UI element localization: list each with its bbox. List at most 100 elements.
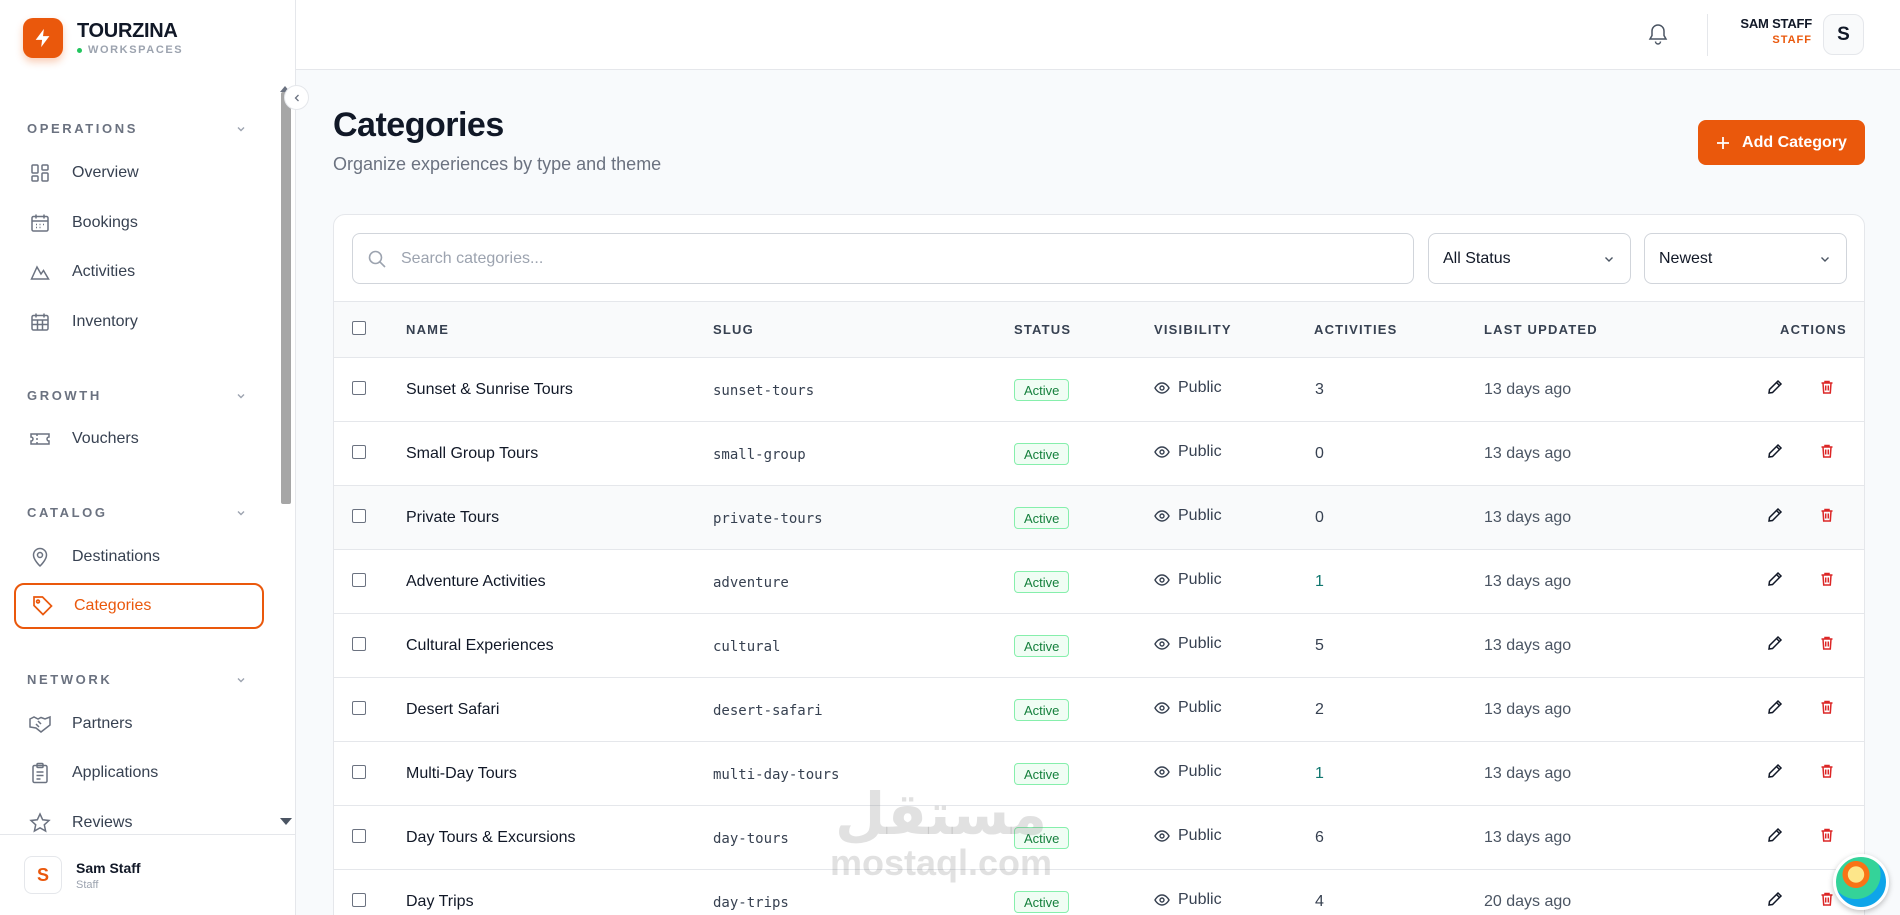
sidebar-item-partners[interactable]: Partners xyxy=(14,701,264,747)
delete-button[interactable] xyxy=(1819,379,1835,395)
floating-badge-icon[interactable] xyxy=(1833,854,1889,910)
sidebar-item-activities[interactable]: Activities xyxy=(14,249,264,295)
edit-button[interactable] xyxy=(1767,827,1783,843)
row-checkbox[interactable] xyxy=(352,381,366,395)
column-name[interactable]: NAME xyxy=(406,322,449,337)
avatar[interactable]: S xyxy=(1823,14,1864,55)
add-category-button[interactable]: Add Category xyxy=(1698,120,1865,165)
table-row[interactable]: Sunset & Sunrise Tours sunset-tours Active… xyxy=(334,358,1864,422)
sidebar-item-overview[interactable]: Overview xyxy=(14,150,264,196)
delete-button[interactable] xyxy=(1819,827,1835,843)
select-all-checkbox[interactable] xyxy=(352,321,366,335)
row-checkbox[interactable] xyxy=(352,637,366,651)
last-updated: 13 days ago xyxy=(1484,381,1572,398)
column-visibility[interactable]: VISIBILITY xyxy=(1154,322,1232,337)
edit-button[interactable] xyxy=(1767,443,1783,459)
map-pin-icon xyxy=(28,545,52,569)
visibility-label: Public xyxy=(1178,763,1222,780)
category-name[interactable]: Private Tours xyxy=(406,509,499,527)
table-row[interactable]: Day Trips day-trips Active Public 4 20 days a… xyxy=(334,870,1864,915)
calendar-icon xyxy=(28,211,52,235)
table-row[interactable]: Adventure Activities adventure Active Publi… xyxy=(334,550,1864,614)
column-last-updated[interactable]: LAST UPDATED xyxy=(1484,322,1598,337)
chevron-down-icon[interactable] xyxy=(235,674,247,686)
brand[interactable]: TOURZINA WORKSPACES xyxy=(23,18,183,58)
header-user-role: STAFF xyxy=(1772,34,1812,46)
eye-icon xyxy=(1154,894,1178,906)
sidebar-item-categories[interactable]: Categories xyxy=(14,583,264,629)
status-badge: Active xyxy=(1014,507,1070,529)
table-row[interactable]: Private Tours private-tours Active Public 0 1… xyxy=(334,486,1864,550)
category-name[interactable]: Day Tours & Excursions xyxy=(406,829,576,847)
search-input[interactable]: Search categories... xyxy=(352,233,1414,284)
table-row[interactable]: Small Group Tours small-group Active Public… xyxy=(334,422,1864,486)
category-slug: desert-safari xyxy=(713,703,823,719)
activities-count: 0 xyxy=(1315,445,1324,462)
row-checkbox[interactable] xyxy=(352,573,366,587)
delete-button[interactable] xyxy=(1819,763,1835,779)
edit-button[interactable] xyxy=(1767,891,1783,907)
row-checkbox[interactable] xyxy=(352,701,366,715)
row-checkbox[interactable] xyxy=(352,765,366,779)
sidebar-item-label: Activities xyxy=(72,263,136,280)
sidebar-user[interactable]: S Sam Staff Staff xyxy=(0,834,295,915)
category-name[interactable]: Day Trips xyxy=(406,893,474,911)
delete-button[interactable] xyxy=(1819,571,1835,587)
edit-button[interactable] xyxy=(1767,379,1783,395)
visibility-label: Public xyxy=(1178,571,1222,588)
sort-select[interactable]: Newest xyxy=(1644,233,1847,284)
column-slug[interactable]: SLUG xyxy=(713,322,754,337)
category-name[interactable]: Desert Safari xyxy=(406,701,499,719)
status-select[interactable]: All Status xyxy=(1428,233,1631,284)
row-checkbox[interactable] xyxy=(352,509,366,523)
delete-button[interactable] xyxy=(1819,699,1835,715)
pencil-icon xyxy=(1767,443,1783,459)
edit-button[interactable] xyxy=(1767,699,1783,715)
chevron-down-icon[interactable] xyxy=(235,507,247,519)
sidebar-item-destinations[interactable]: Destinations xyxy=(14,534,264,580)
trash-icon xyxy=(1819,379,1835,395)
column-activities[interactable]: ACTIVITIES xyxy=(1314,322,1398,337)
category-name[interactable]: Multi-Day Tours xyxy=(406,765,517,783)
pencil-icon xyxy=(1767,507,1783,523)
table-row[interactable]: Cultural Experiences cultural Active Public… xyxy=(334,614,1864,678)
sidebar-item-vouchers[interactable]: Vouchers xyxy=(14,416,264,462)
section-growth[interactable]: GROWTH xyxy=(27,388,102,403)
column-status[interactable]: STATUS xyxy=(1014,322,1071,337)
visibility: Public xyxy=(1154,379,1222,397)
table-row[interactable]: Day Tours & Excursions day-tours Active Pub… xyxy=(334,806,1864,870)
section-operations[interactable]: OPERATIONS xyxy=(27,121,138,136)
row-checkbox[interactable] xyxy=(352,893,366,907)
category-name[interactable]: Small Group Tours xyxy=(406,445,538,463)
activities-count: 1 xyxy=(1315,573,1324,590)
sidebar-scrollbar[interactable] xyxy=(281,92,291,504)
scroll-down-arrow[interactable] xyxy=(280,818,292,825)
row-checkbox[interactable] xyxy=(352,829,366,843)
edit-button[interactable] xyxy=(1767,763,1783,779)
delete-button[interactable] xyxy=(1819,891,1835,907)
divider xyxy=(1707,14,1708,56)
category-name[interactable]: Adventure Activities xyxy=(406,573,546,591)
row-checkbox[interactable] xyxy=(352,445,366,459)
sidebar-item-inventory[interactable]: Inventory xyxy=(14,299,264,345)
section-catalog[interactable]: CATALOG xyxy=(27,505,108,520)
sidebar-item-bookings[interactable]: Bookings xyxy=(14,200,264,246)
edit-button[interactable] xyxy=(1767,507,1783,523)
notification-button[interactable] xyxy=(1647,22,1669,46)
delete-button[interactable] xyxy=(1819,443,1835,459)
category-name[interactable]: Sunset & Sunrise Tours xyxy=(406,381,573,399)
header-user[interactable]: SAM STAFF STAFF xyxy=(1720,16,1812,46)
delete-button[interactable] xyxy=(1819,635,1835,651)
sidebar-item-applications[interactable]: Applications xyxy=(14,750,264,796)
category-name[interactable]: Cultural Experiences xyxy=(406,637,554,655)
table-header: NAME SLUG STATUS VISIBILITY ACTIVITIES L… xyxy=(334,301,1864,358)
section-network[interactable]: NETWORK xyxy=(27,672,112,687)
delete-button[interactable] xyxy=(1819,507,1835,523)
chevron-down-icon[interactable] xyxy=(235,123,247,135)
edit-button[interactable] xyxy=(1767,571,1783,587)
chevron-down-icon[interactable] xyxy=(235,390,247,402)
edit-button[interactable] xyxy=(1767,635,1783,651)
table-row[interactable]: Multi-Day Tours multi-day-tours Active Publ… xyxy=(334,742,1864,806)
table-row[interactable]: Desert Safari desert-safari Active Public 2 1… xyxy=(334,678,1864,742)
collapse-sidebar-button[interactable] xyxy=(284,85,309,110)
